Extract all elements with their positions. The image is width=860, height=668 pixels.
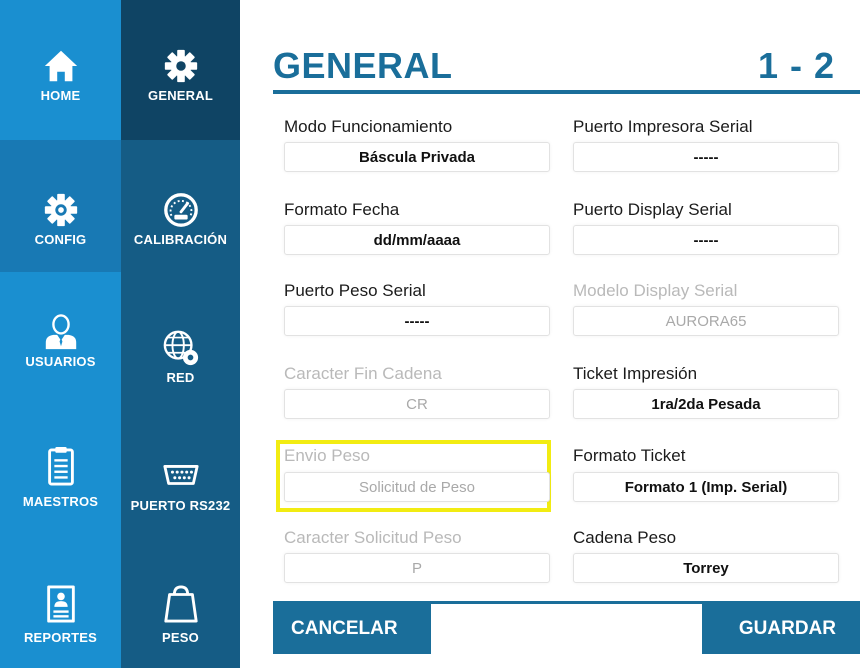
formato-fecha-field[interactable]: dd/mm/aaaa bbox=[284, 225, 550, 255]
envio-peso-label: Envio Peso bbox=[284, 446, 370, 465]
nav-usuarios-button[interactable]: USUARIOS bbox=[0, 272, 121, 412]
header-divider bbox=[273, 90, 860, 94]
nav-reportes-label: REPORTES bbox=[23, 630, 98, 645]
modo-funcionamiento-label: Modo Funcionamiento bbox=[284, 117, 453, 136]
nav-maestros-button[interactable]: MAESTROS bbox=[0, 412, 121, 552]
user-icon bbox=[41, 312, 81, 352]
formato-ticket-field[interactable]: Formato 1 (Imp. Serial) bbox=[573, 472, 839, 502]
nav-home-button[interactable]: HOME bbox=[0, 0, 121, 140]
nav-config-button[interactable]: CONFIG bbox=[0, 140, 121, 272]
nav-red-label: RED bbox=[166, 370, 195, 385]
cadena-peso-label: Cadena Peso bbox=[573, 528, 677, 547]
puerto-display-serial-field[interactable]: ----- bbox=[573, 225, 839, 255]
cadena-peso-field[interactable]: Torrey bbox=[573, 553, 839, 583]
envio-peso-field: Solicitud de Peso bbox=[284, 472, 550, 502]
nav-calibracion-button[interactable]: CALIBRACIÓN bbox=[121, 140, 240, 272]
puerto-peso-serial-field[interactable]: ----- bbox=[284, 306, 550, 336]
modelo-display-serial-label: Modelo Display Serial bbox=[573, 281, 738, 300]
globe-gear-icon bbox=[161, 328, 201, 368]
nav-maestros-label: MAESTROS bbox=[22, 494, 99, 509]
nav-puerto-rs232-button[interactable]: PUERTO RS232 bbox=[121, 412, 240, 552]
nav-config-label: CONFIG bbox=[34, 232, 87, 247]
save-button[interactable]: GUARDAR bbox=[702, 604, 860, 654]
serial-port-icon bbox=[161, 454, 201, 494]
caracter-fin-cadena-field: CR bbox=[284, 389, 550, 419]
caracter-solicitud-peso-label: Caracter Solicitud Peso bbox=[284, 528, 462, 547]
nav-usuarios-label: USUARIOS bbox=[25, 354, 96, 369]
ticket-impresion-label: Ticket Impresión bbox=[573, 364, 698, 383]
formato-ticket-label: Formato Ticket bbox=[573, 446, 686, 465]
nav-peso-button[interactable]: PESO bbox=[121, 552, 240, 668]
puerto-peso-serial-label: Puerto Peso Serial bbox=[284, 281, 426, 300]
ticket-impresion-field[interactable]: 1ra/2da Pesada bbox=[573, 389, 839, 419]
puerto-display-serial-label: Puerto Display Serial bbox=[573, 200, 732, 219]
nav-reportes-button[interactable]: REPORTES bbox=[0, 552, 121, 668]
caracter-solicitud-peso-field: P bbox=[284, 553, 550, 583]
clipboard-icon bbox=[41, 444, 81, 490]
formato-fecha-label: Formato Fecha bbox=[284, 200, 400, 219]
page-counter: 1 - 2 bbox=[757, 45, 835, 86]
gear-icon bbox=[161, 46, 201, 86]
cancel-button[interactable]: CANCELAR bbox=[273, 604, 431, 654]
nav-puerto-rs232-label: PUERTO RS232 bbox=[130, 498, 231, 513]
nav-general-label: GENERAL bbox=[148, 88, 213, 103]
nav-general-button[interactable]: GENERAL bbox=[121, 0, 240, 140]
page-title: GENERAL bbox=[273, 45, 453, 86]
modo-funcionamiento-field[interactable]: Báscula Privada bbox=[284, 142, 550, 172]
modelo-display-serial-field: AURORA65 bbox=[573, 306, 839, 336]
gear-icon bbox=[41, 190, 81, 230]
gauge-icon bbox=[161, 190, 201, 230]
home-icon bbox=[41, 46, 81, 86]
nav-peso-label: PESO bbox=[162, 630, 199, 645]
puerto-impresora-serial-field[interactable]: ----- bbox=[573, 142, 839, 172]
caracter-fin-cadena-label: Caracter Fin Cadena bbox=[284, 364, 442, 383]
weight-icon bbox=[161, 582, 201, 626]
report-document-icon bbox=[41, 582, 81, 626]
nav-calibracion-label: CALIBRACIÓN bbox=[133, 232, 228, 247]
nav-red-button[interactable]: RED bbox=[121, 272, 240, 412]
nav-home-label: HOME bbox=[40, 88, 81, 103]
puerto-impresora-serial-label: Puerto Impresora Serial bbox=[573, 117, 753, 136]
